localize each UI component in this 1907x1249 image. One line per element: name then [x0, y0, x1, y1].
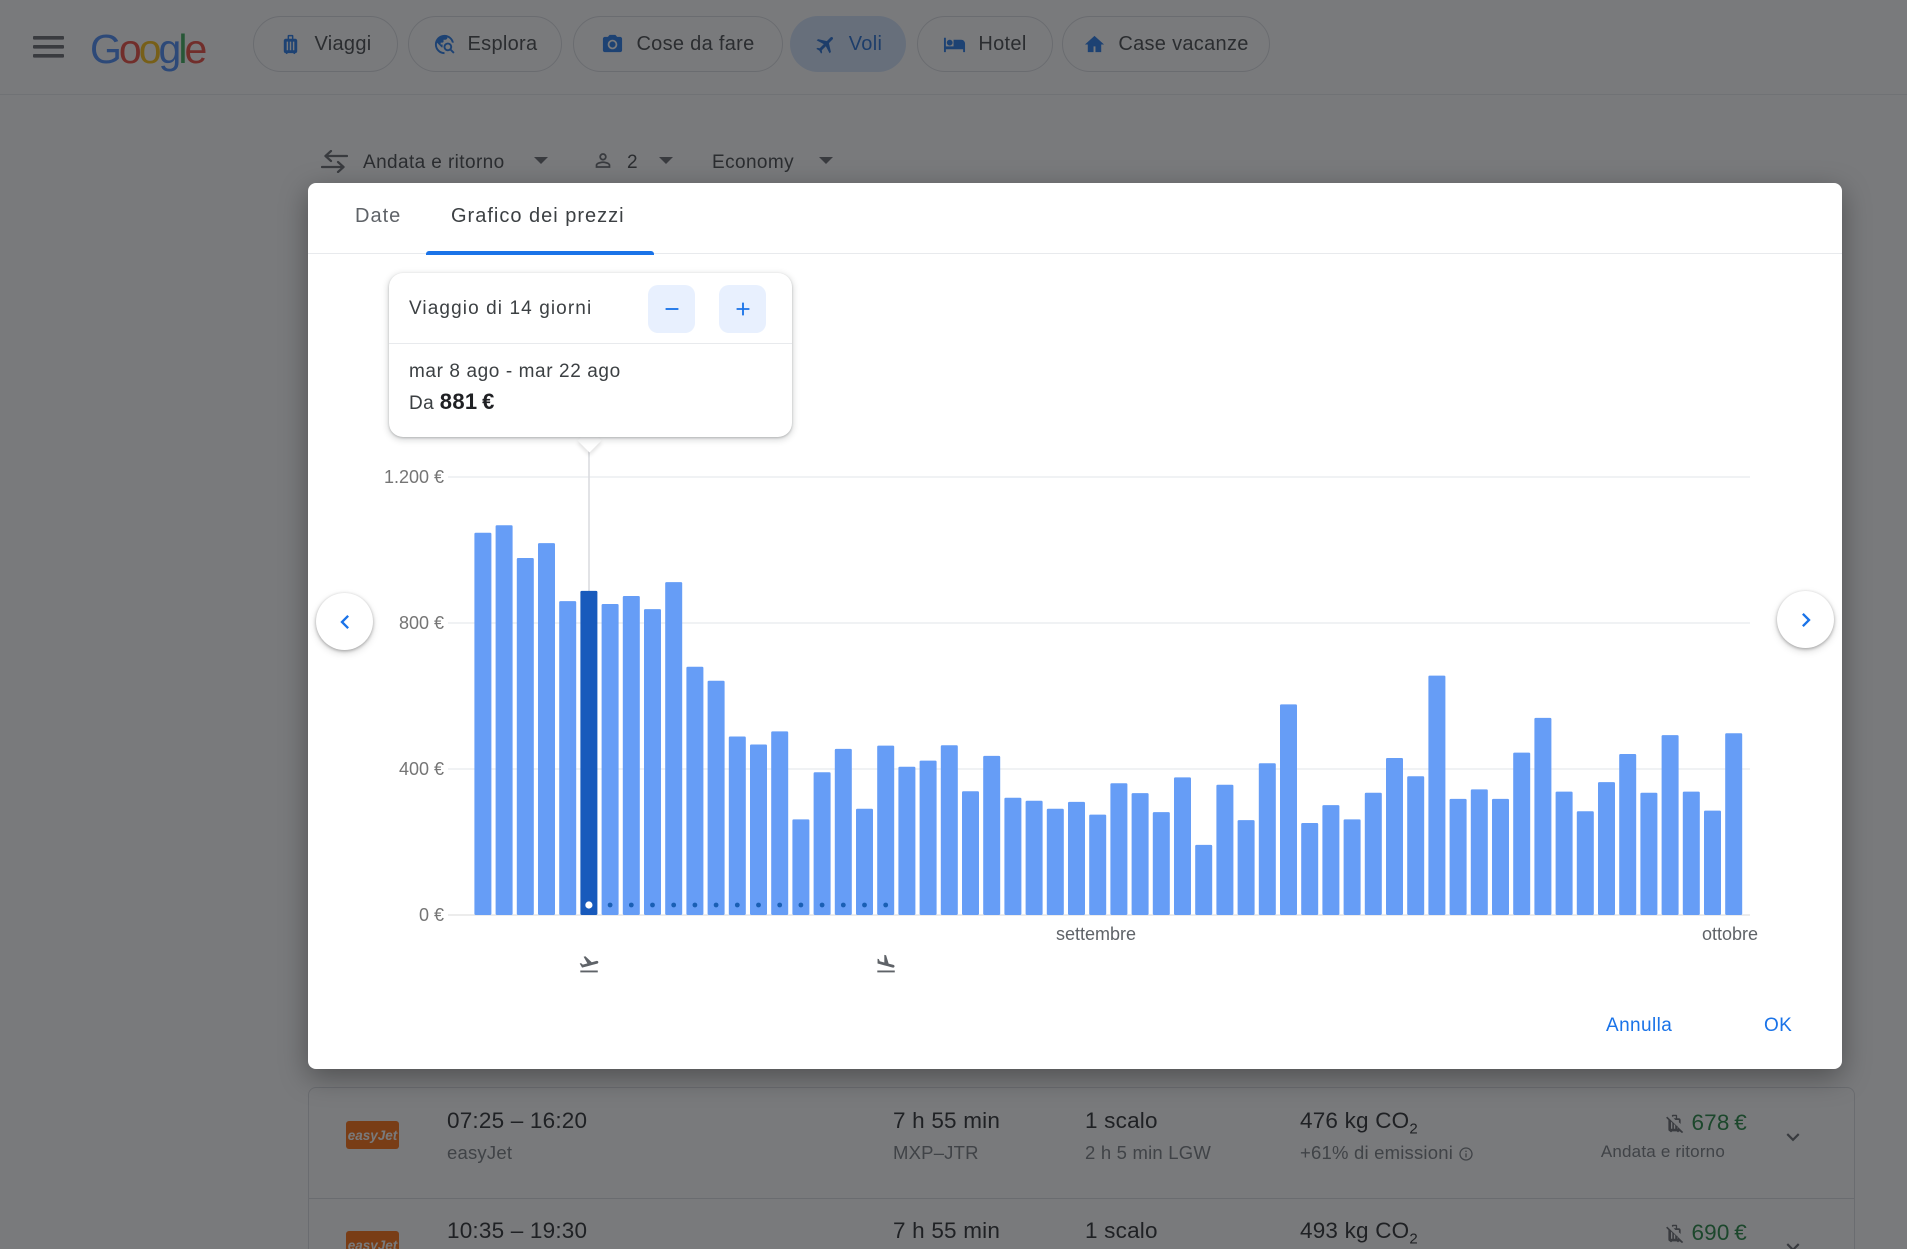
svg-text:0 €: 0 €	[419, 905, 444, 925]
svg-text:ottobre: ottobre	[1702, 924, 1758, 944]
svg-text:400 €: 400 €	[399, 759, 444, 779]
svg-text:settembre: settembre	[1056, 924, 1136, 944]
svg-text:800 €: 800 €	[399, 613, 444, 633]
svg-text:1.200 €: 1.200 €	[384, 467, 444, 487]
